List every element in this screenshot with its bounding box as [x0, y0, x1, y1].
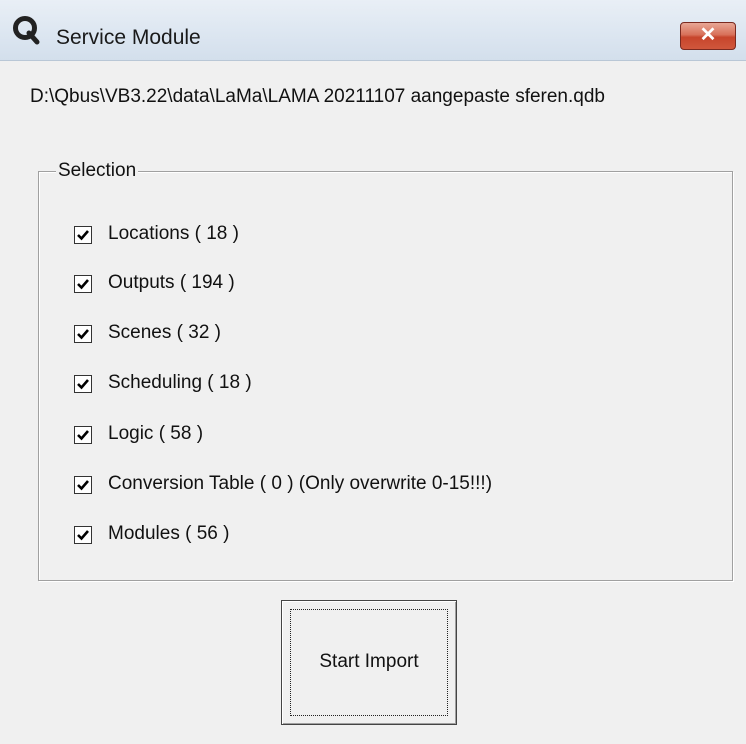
title-bar[interactable]: Service Module ✕ — [0, 0, 746, 61]
checkbox-label: Modules ( 56 ) — [108, 523, 230, 544]
file-path-label: D:\Qbus\VB3.22\data\LaMa\LAMA 20211107 a… — [30, 86, 605, 107]
checkmark-icon — [77, 279, 89, 290]
checkmark-icon — [77, 530, 89, 541]
start-import-label: Start Import — [319, 651, 419, 672]
q-app-icon — [12, 14, 52, 46]
checkbox-box[interactable] — [74, 526, 92, 544]
checkbox-label: Locations ( 18 ) — [108, 223, 239, 244]
checkbox-label: Conversion Table ( 0 ) (Only overwrite 0… — [108, 473, 493, 494]
close-icon: ✕ — [699, 24, 717, 46]
selection-legend: Selection — [56, 160, 139, 182]
checkbox-label: Scheduling ( 18 ) — [108, 372, 252, 393]
checkbox-box[interactable] — [74, 325, 92, 343]
checkbox-label: Logic ( 58 ) — [108, 423, 204, 444]
service-module-window: Service Module ✕ D:\Qbus\VB3.22\data\LaM… — [0, 0, 746, 744]
checkmark-icon — [77, 430, 89, 441]
checkbox-label: Scenes ( 32 ) — [108, 322, 221, 343]
checkbox-box[interactable] — [74, 426, 92, 444]
close-button[interactable]: ✕ — [680, 22, 736, 50]
checkmark-icon — [77, 379, 89, 390]
checkmark-icon — [77, 480, 89, 491]
checkbox-box[interactable] — [74, 375, 92, 393]
checkbox-box[interactable] — [74, 275, 92, 293]
checkbox-box[interactable] — [74, 226, 92, 244]
checkbox-box[interactable] — [74, 476, 92, 494]
checkmark-icon — [77, 230, 89, 241]
checkbox-label: Outputs ( 194 ) — [108, 272, 235, 293]
checkmark-icon — [77, 329, 89, 340]
window-title: Service Module — [56, 26, 201, 49]
start-import-button[interactable]: Start Import — [281, 600, 457, 725]
